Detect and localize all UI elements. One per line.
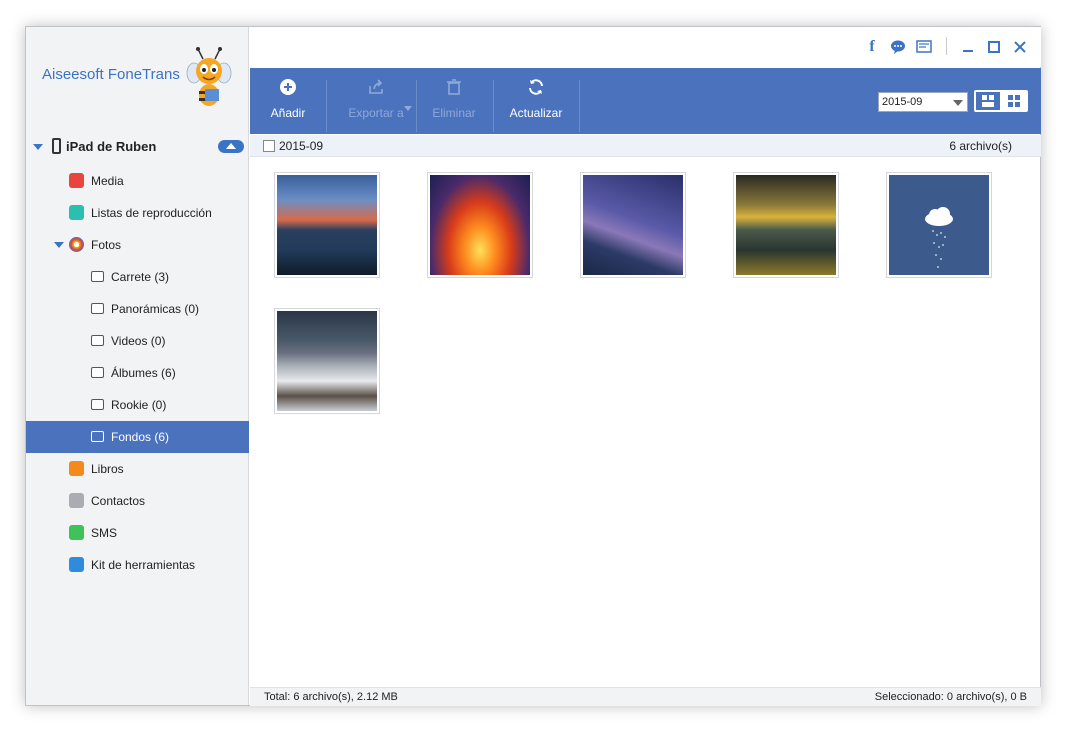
maximize-icon[interactable] xyxy=(986,39,1002,55)
toolbar: Añadir Exportar a Eliminar Actualizar 20… xyxy=(250,68,1041,134)
group-header: 2015-09 6 archivo(s) xyxy=(250,135,1041,157)
photo-thumbnail[interactable] xyxy=(886,172,992,278)
trash-icon xyxy=(447,79,461,95)
group-date: 2015-09 xyxy=(279,139,324,153)
sidebar-item-sms[interactable]: SMS xyxy=(26,517,249,549)
file-count: 6 archivo(s) xyxy=(949,139,1012,153)
sidebar-item-panoramas[interactable]: Panorámicas (0) xyxy=(26,293,249,325)
status-bar: Total: 6 archivo(s), 2.12 MB Seleccionad… xyxy=(250,687,1041,706)
sidebar-item-playlists[interactable]: Listas de reproducción xyxy=(26,197,249,229)
device-name: iPad de Ruben xyxy=(66,139,157,154)
export-button[interactable]: Exportar a xyxy=(340,68,412,134)
sidebar-item-videos[interactable]: Videos (0) xyxy=(26,325,249,357)
view-toggle xyxy=(974,90,1028,112)
title-bar: f xyxy=(250,27,1041,67)
album-icon xyxy=(91,399,104,410)
add-icon xyxy=(280,79,296,95)
photo-image xyxy=(430,175,530,275)
camera-icon xyxy=(91,303,104,314)
photo-thumbnail[interactable] xyxy=(427,172,533,278)
sidebar-item-toolkit[interactable]: Kit de herramientas xyxy=(26,549,249,581)
photo-image xyxy=(889,175,989,275)
chat-icon[interactable] xyxy=(890,39,906,55)
dropdown-arrow-icon xyxy=(404,106,412,111)
toolbox-icon xyxy=(69,557,84,572)
toolbar-separator xyxy=(493,80,494,132)
rain-cloud-icon xyxy=(925,207,953,268)
playlist-icon xyxy=(69,205,84,220)
sidebar-item-books[interactable]: Libros xyxy=(26,453,249,485)
total-status: Total: 6 archivo(s), 2.12 MB xyxy=(264,691,398,703)
photo-thumbnail[interactable] xyxy=(274,172,380,278)
album-icon xyxy=(91,367,104,378)
eject-button[interactable] xyxy=(218,140,244,153)
sidebar-item-rookie[interactable]: Rookie (0) xyxy=(26,389,249,421)
selected-status: Seleccionado: 0 archivo(s), 0 B xyxy=(874,691,1027,703)
app-logo: Aiseesoft FoneTrans xyxy=(26,27,249,133)
collapse-arrow-icon[interactable] xyxy=(33,144,43,150)
photos-icon xyxy=(69,237,84,252)
feedback-icon[interactable] xyxy=(916,39,932,55)
bee-mascot-icon xyxy=(186,47,232,106)
title-separator xyxy=(946,37,947,55)
export-icon xyxy=(369,79,383,94)
sidebar-item-media[interactable]: Media xyxy=(26,165,249,197)
app-title: Aiseesoft FoneTrans xyxy=(42,66,180,83)
album-icon xyxy=(91,431,104,442)
toolbar-separator xyxy=(579,80,580,132)
sidebar-item-camera-roll[interactable]: Carrete (3) xyxy=(26,261,249,293)
list-view-icon[interactable] xyxy=(976,92,1000,110)
close-icon[interactable] xyxy=(1012,39,1028,55)
camera-icon xyxy=(91,271,104,282)
add-button[interactable]: Añadir xyxy=(266,68,310,134)
app-window: Aiseesoft FoneTrans iPad de Ruben Media … xyxy=(25,26,1041,706)
photo-image xyxy=(583,175,683,275)
grid-view-icon[interactable] xyxy=(1002,92,1026,110)
minimize-icon[interactable] xyxy=(960,39,976,55)
photo-thumbnail[interactable] xyxy=(580,172,686,278)
sidebar: Aiseesoft FoneTrans iPad de Ruben Media … xyxy=(26,27,249,705)
sidebar-item-albums[interactable]: Álbumes (6) xyxy=(26,357,249,389)
sidebar-item-contacts[interactable]: Contactos xyxy=(26,485,249,517)
photo-thumbnail[interactable] xyxy=(274,308,380,414)
photo-image xyxy=(736,175,836,275)
book-icon xyxy=(69,461,84,476)
device-row[interactable]: iPad de Ruben xyxy=(26,135,249,161)
photo-thumbnail[interactable] xyxy=(733,172,839,278)
message-icon xyxy=(69,525,84,540)
facebook-icon[interactable]: f xyxy=(864,39,880,55)
photo-image xyxy=(277,311,377,411)
toolbar-separator xyxy=(326,80,327,132)
music-icon xyxy=(69,173,84,188)
delete-button[interactable]: Eliminar xyxy=(428,68,480,134)
toolbar-separator xyxy=(416,80,417,132)
date-select-value: 2015-09 xyxy=(882,96,923,108)
refresh-button[interactable]: Actualizar xyxy=(504,68,568,134)
refresh-icon xyxy=(529,79,543,95)
chevron-down-icon xyxy=(953,100,963,106)
contacts-icon xyxy=(69,493,84,508)
select-all-checkbox[interactable] xyxy=(263,140,275,152)
sidebar-item-fondos[interactable]: Fondos (6) xyxy=(26,421,249,453)
expand-arrow-icon[interactable] xyxy=(54,242,64,248)
camera-icon xyxy=(91,335,104,346)
ipad-icon xyxy=(52,138,61,154)
photo-image xyxy=(277,175,377,275)
date-select[interactable]: 2015-09 xyxy=(878,92,968,112)
sidebar-item-photos[interactable]: Fotos xyxy=(26,229,249,261)
